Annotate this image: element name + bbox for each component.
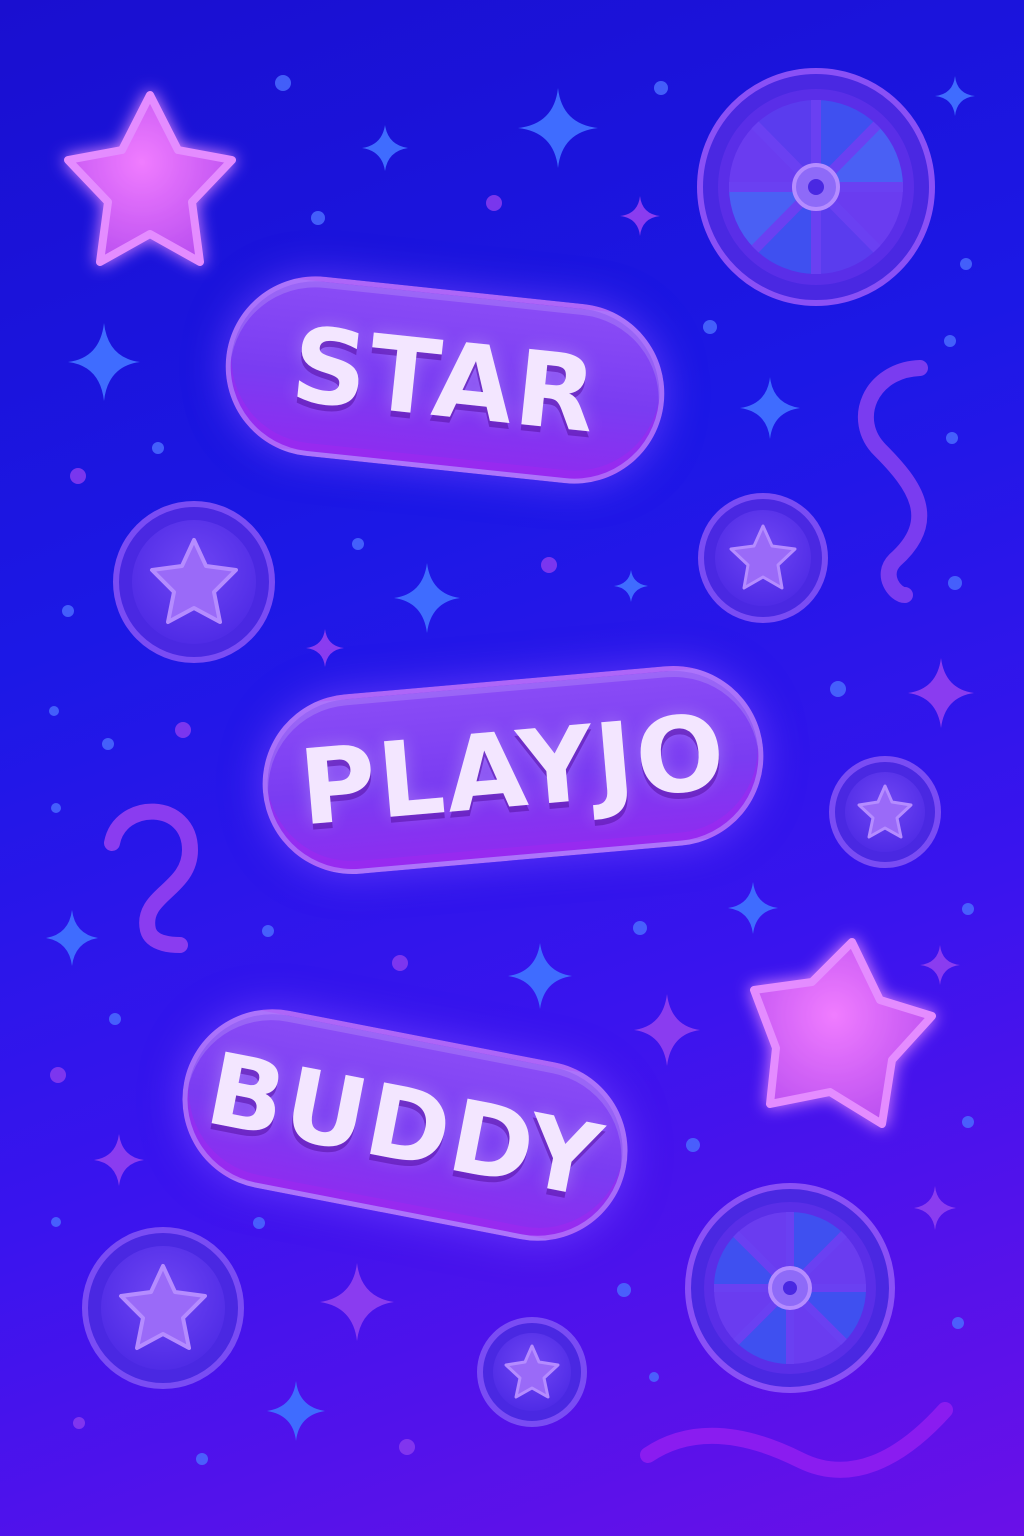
sparkle-icon — [914, 1186, 956, 1230]
title-word-playjo: PLAYJO — [294, 690, 732, 850]
wheel-bottom-right — [685, 1183, 895, 1393]
sparkle-icon — [728, 882, 778, 934]
squiggle-icon — [857, 360, 928, 603]
coin-star-bottom-left — [82, 1227, 244, 1389]
sparkle-icon — [68, 323, 140, 401]
coin-star-bottom-mid — [477, 1317, 587, 1427]
title-word-star: STAR — [286, 303, 604, 457]
sparkle-icon — [614, 570, 648, 602]
squiggle-icon — [104, 803, 199, 953]
big-star-bottom-right — [750, 938, 936, 1128]
squiggle-icon — [640, 1402, 953, 1478]
sparkle-icon — [46, 910, 98, 966]
sparkle-icon — [935, 76, 975, 116]
star-icon — [64, 91, 236, 266]
game-background: STAR PLAYJO BUDDY — [0, 0, 1024, 1536]
sparkle-icon — [518, 88, 598, 168]
star-icon — [750, 938, 936, 1128]
sparkle-icon — [920, 945, 960, 985]
wheel-top-right — [697, 68, 935, 306]
coin-star-right-mid — [829, 756, 941, 868]
sparkle-icon — [740, 377, 800, 439]
sparkle-icon — [306, 629, 344, 667]
sparkle-icon — [620, 196, 660, 236]
sparkle-icon — [362, 125, 408, 171]
coin-star-right-top — [698, 493, 828, 623]
coin-star-left — [113, 501, 275, 663]
sparkle-icon — [508, 943, 572, 1009]
sparkle-icon — [320, 1263, 394, 1341]
sparkle-icon — [908, 658, 974, 728]
sparkle-icon — [394, 563, 460, 633]
sparkle-icon — [634, 994, 700, 1066]
big-star-top-left — [64, 91, 236, 266]
sparkle-icon — [94, 1134, 144, 1186]
sparkle-icon — [267, 1381, 325, 1441]
